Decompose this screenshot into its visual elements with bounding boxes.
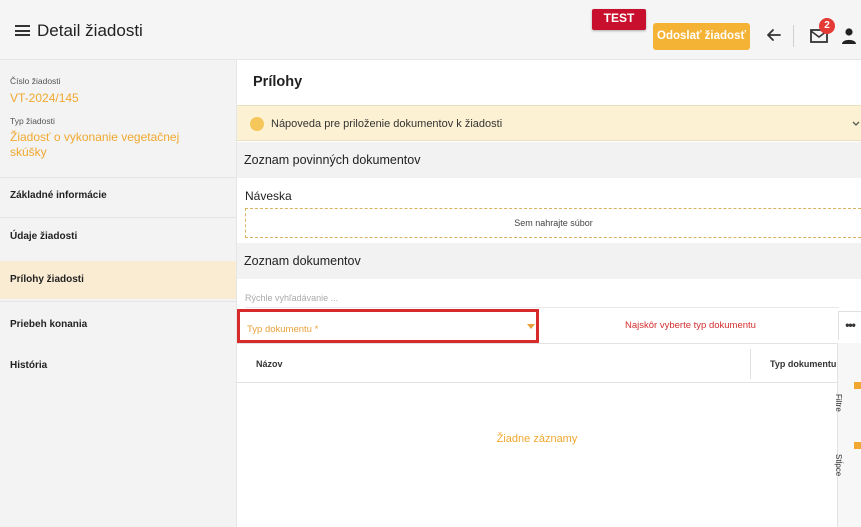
sidebar-item-proceedings[interactable]: Priebeh konania xyxy=(0,306,236,344)
request-type-value-line1: Žiadosť o vykonanie vegetačnej xyxy=(10,130,180,144)
main-content: Prílohy Nápoveda pre priloženie dokument… xyxy=(237,60,861,527)
environment-badge: TEST xyxy=(592,9,646,30)
required-documents-header: Zoznam povinných dokumentov xyxy=(237,142,861,178)
nav-divider xyxy=(0,301,236,302)
filters-panel-tab[interactable]: Filtre xyxy=(834,394,843,454)
column-divider[interactable] xyxy=(750,349,751,379)
document-type-select[interactable]: Typ dokumentu * xyxy=(237,309,539,343)
user-icon[interactable] xyxy=(840,27,858,45)
more-options-button[interactable]: ••• xyxy=(838,311,861,340)
app-header: Detail žiadosti TEST Odoslať žiadosť 2 xyxy=(0,0,861,60)
sidebar: Číslo žiadosti VT-2024/145 Typ žiadosti … xyxy=(0,60,237,527)
section-title: Prílohy xyxy=(253,74,303,90)
columns-icon[interactable] xyxy=(854,442,861,449)
upload-label: Náveska xyxy=(245,189,292,203)
info-icon xyxy=(250,117,264,131)
sidebar-item-attachments[interactable]: Prílohy žiadosti xyxy=(0,261,236,299)
page-title: Detail žiadosti xyxy=(37,21,143,40)
quick-search-input[interactable]: Rýchle vyhľadávanie ... xyxy=(245,293,338,303)
sidebar-item-basic-info[interactable]: Základné informácie xyxy=(0,177,236,215)
file-upload-dropzone[interactable]: Sem nahrajte súbor xyxy=(245,208,861,238)
request-number-label: Číslo žiadosti xyxy=(10,76,61,86)
menu-icon[interactable] xyxy=(15,25,30,36)
document-type-placeholder: Typ dokumentu * xyxy=(247,324,319,335)
documents-list-header: Zoznam dokumentov xyxy=(237,243,861,279)
request-type-label: Typ žiadosti xyxy=(10,116,55,126)
columns-panel-tab[interactable]: Stĺpce xyxy=(834,454,843,514)
request-number-value: VT-2024/145 xyxy=(10,91,79,105)
document-type-hint: Najskôr vyberte typ dokumentu xyxy=(625,320,756,331)
sidebar-item-history[interactable]: História xyxy=(0,347,236,385)
submit-request-button[interactable]: Odoslať žiadosť xyxy=(653,23,750,50)
help-banner-text: Nápoveda pre priloženie dokumentov k žia… xyxy=(271,118,503,130)
column-header-name[interactable]: Názov xyxy=(256,359,283,369)
arrow-left-icon[interactable] xyxy=(763,24,785,46)
search-underline xyxy=(245,307,839,308)
dropdown-arrow-icon xyxy=(527,324,535,329)
sidebar-item-request-data[interactable]: Údaje žiadosti xyxy=(0,218,236,256)
notification-count-badge: 2 xyxy=(819,18,835,34)
chevron-down-icon[interactable] xyxy=(851,118,861,130)
help-banner[interactable]: Nápoveda pre priloženie dokumentov k žia… xyxy=(237,105,861,141)
header-divider xyxy=(793,25,794,47)
filter-icon[interactable] xyxy=(854,382,861,389)
column-header-document-type[interactable]: Typ dokumentu xyxy=(770,359,836,369)
documents-grid-header: Názov Typ dokumentu xyxy=(237,343,837,383)
empty-state-text: Žiadne záznamy xyxy=(496,433,578,445)
request-type-value-line2: skúšky xyxy=(10,145,47,159)
